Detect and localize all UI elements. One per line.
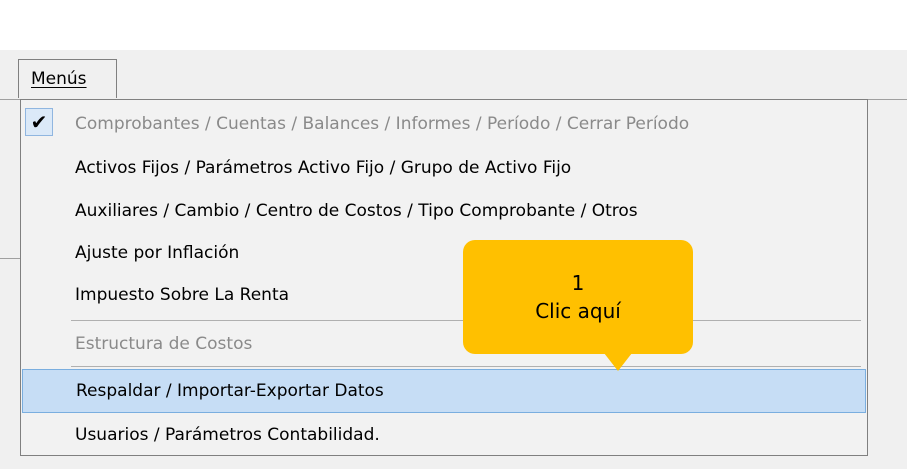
menu-item-estructura-costos: Estructura de Costos xyxy=(22,322,866,366)
menu-item-label: Activos Fijos / Parámetros Activo Fijo /… xyxy=(75,158,572,178)
callout-text: Clic aquí xyxy=(535,299,621,323)
menu-item-label: Respaldar / Importar-Exportar Datos xyxy=(76,381,384,401)
menu-item-activos-fijos[interactable]: Activos Fijos / Parámetros Activo Fijo /… xyxy=(22,146,866,190)
window-edge-line xyxy=(0,258,20,259)
menu-item-impuesto-renta[interactable]: Impuesto Sobre La Renta xyxy=(22,273,866,317)
menu-item-label: Impuesto Sobre La Renta xyxy=(75,285,290,305)
callout-pointer xyxy=(604,353,632,371)
menu-item-label: Estructura de Costos xyxy=(75,334,253,354)
callout-step-number: 1 xyxy=(571,271,585,295)
menu-item-label: Auxiliares / Cambio / Centro de Costos /… xyxy=(75,201,638,221)
menu-item-label: Usuarios / Parámetros Contabilidad. xyxy=(75,425,380,445)
menus-dropdown: ✔ Comprobantes / Cuentas / Balances / In… xyxy=(20,99,868,456)
menu-item-auxiliares[interactable]: Auxiliares / Cambio / Centro de Costos /… xyxy=(22,189,866,233)
instruction-callout: 1 Clic aquí xyxy=(463,240,693,354)
menu-item-usuarios[interactable]: Usuarios / Parámetros Contabilidad. xyxy=(22,413,866,457)
menu-item-respaldar[interactable]: Respaldar / Importar-Exportar Datos xyxy=(22,369,866,413)
menu-item-label: Comprobantes / Cuentas / Balances / Info… xyxy=(75,114,690,134)
check-icon: ✔ xyxy=(25,108,53,136)
menu-item-comprobantes: ✔ Comprobantes / Cuentas / Balances / In… xyxy=(22,102,866,146)
menu-separator xyxy=(71,366,861,367)
menu-item-label: Ajuste por Inflación xyxy=(75,243,240,263)
menus-menu-button[interactable]: Menús xyxy=(18,59,117,98)
menu-item-ajuste-inflacion[interactable]: Ajuste por Inflación xyxy=(22,231,866,275)
